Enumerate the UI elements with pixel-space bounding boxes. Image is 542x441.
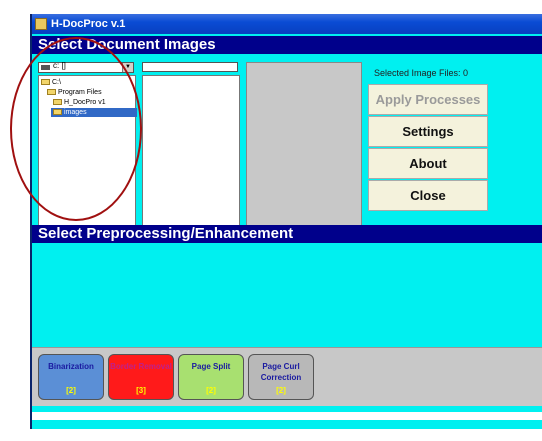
tool-count: [2]: [206, 386, 216, 395]
apply-processes-button[interactable]: Apply Processes: [368, 84, 488, 115]
status-strip-bottom: [32, 420, 542, 429]
about-button[interactable]: About: [368, 148, 488, 179]
preprocessing-area: [32, 245, 542, 360]
border-removal-button[interactable]: Border Removal [3]: [108, 354, 174, 400]
folder-icon: [47, 89, 56, 96]
folder-icon: [53, 99, 62, 106]
file-filter-input[interactable]: [142, 62, 238, 72]
close-button[interactable]: Close: [368, 180, 488, 211]
title-bar[interactable]: H-DocProc v.1: [32, 14, 542, 34]
tool-label: Border Removal: [110, 362, 172, 371]
tree-item-root[interactable]: C:\: [41, 78, 61, 87]
process-toolbar: Binarization [2] Border Removal [3] Page…: [32, 347, 542, 408]
preprocessing-header: Select Preprocessing/Enhancement: [32, 225, 542, 243]
tree-item-program-files[interactable]: Program Files: [47, 88, 102, 97]
select-images-header: Select Document Images: [32, 36, 542, 54]
app-icon: [35, 18, 47, 30]
binarization-button[interactable]: Binarization [2]: [38, 354, 104, 400]
tool-label: Page Split: [191, 362, 231, 371]
selected-files-count: Selected Image Files: 0: [374, 68, 469, 78]
tool-count: [2]: [66, 386, 76, 395]
tool-count: [3]: [136, 386, 146, 395]
chevron-down-icon[interactable]: ▼: [122, 63, 133, 72]
page-split-button[interactable]: Page Split [2]: [178, 354, 244, 400]
tool-count: [2]: [276, 386, 286, 395]
page-curl-correction-button[interactable]: Page Curl Correction [2]: [248, 354, 314, 400]
tool-label: Binarization: [48, 362, 94, 371]
folder-icon: [41, 79, 50, 86]
settings-button[interactable]: Settings: [368, 116, 488, 147]
file-list[interactable]: [142, 75, 240, 227]
drive-icon: [41, 65, 50, 70]
window-title: H-DocProc v.1: [51, 18, 126, 30]
app-window: H-DocProc v.1 Select Document Images c: …: [30, 14, 542, 429]
folder-tree[interactable]: C:\ Program Files H_DocPro v1 images: [38, 75, 137, 227]
tree-item-hdocpro[interactable]: H_DocPro v1: [53, 98, 106, 107]
image-preview: [246, 62, 362, 228]
tree-item-images[interactable]: images: [51, 108, 137, 117]
progress-bar: [32, 412, 542, 420]
drive-select[interactable]: c: [] ▼: [38, 61, 134, 73]
drive-label: c: []: [53, 61, 66, 70]
folder-open-icon: [53, 109, 62, 116]
tool-label: Page Curl Correction: [260, 362, 302, 382]
